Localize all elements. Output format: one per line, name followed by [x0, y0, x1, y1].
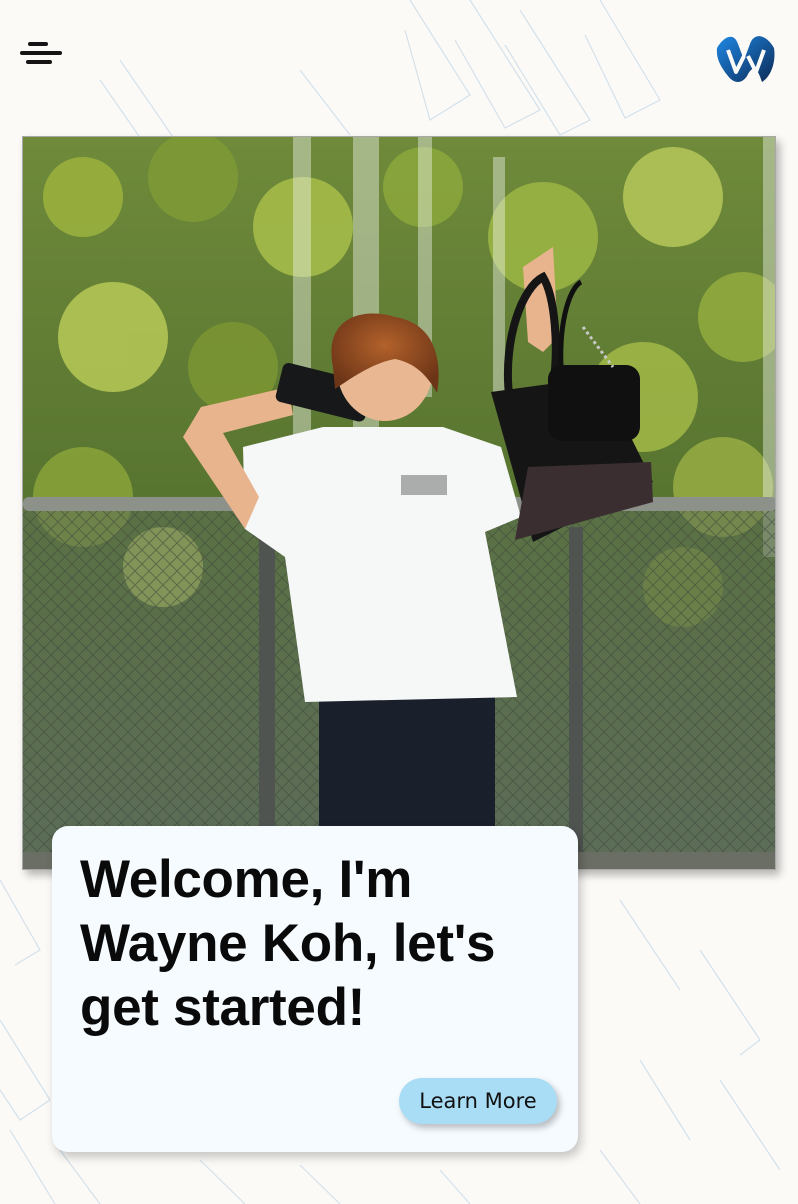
welcome-card: Welcome, I'm Wayne Koh, let's get starte… [52, 826, 578, 1152]
portrait-photo [22, 136, 776, 870]
menu-line [20, 51, 62, 55]
menu-line [26, 60, 52, 64]
menu-line [28, 42, 48, 46]
w-logo-icon[interactable] [714, 30, 778, 86]
menu-button[interactable] [18, 40, 64, 70]
welcome-headline: Welcome, I'm Wayne Koh, let's get starte… [80, 850, 496, 1037]
learn-more-button[interactable]: Learn More [399, 1078, 557, 1124]
